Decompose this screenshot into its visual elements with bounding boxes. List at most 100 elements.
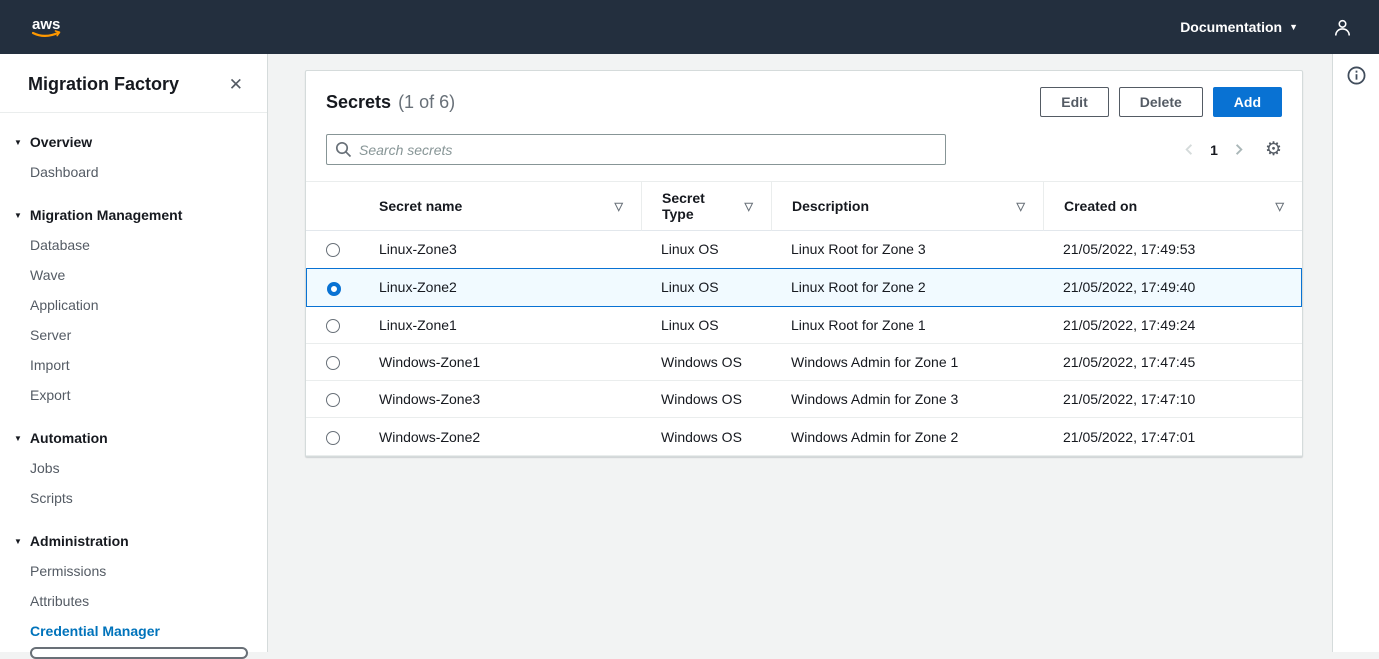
secrets-panel-header: Secrets (1 of 6) Edit Delete Add (306, 71, 1302, 121)
sidebar-item-application[interactable]: Application (0, 290, 267, 320)
sidebar-title: Migration Factory (28, 74, 179, 95)
documentation-menu[interactable]: Documentation ▼ (1180, 19, 1298, 35)
previous-page-icon[interactable] (1182, 142, 1197, 157)
sidebar-header: Migration Factory ✕ (0, 54, 267, 113)
secrets-table: Secret name ▽ Secret Type ▽ Description … (306, 181, 1302, 456)
tools-panel-strip (1332, 54, 1379, 652)
edit-button[interactable]: Edit (1040, 87, 1108, 117)
sidebar-item-wave[interactable]: Wave (0, 260, 267, 290)
cell-secret-type: Windows OS (641, 381, 771, 418)
cell-secret-name: Windows-Zone1 (359, 344, 641, 381)
cell-created-on: 21/05/2022, 17:49:53 (1043, 231, 1302, 268)
nav-section-header-migration-management[interactable]: ▼ Migration Management (0, 200, 267, 230)
cell-secret-type: Linux OS (641, 307, 771, 344)
table-header-row: Secret name ▽ Secret Type ▽ Description … (306, 181, 1302, 231)
column-label: Secret name (379, 198, 462, 214)
sidebar-navigation: Migration Factory ✕ ▼ Overview Dashboard… (0, 54, 268, 652)
filter-caret-icon[interactable]: ▽ (1017, 200, 1025, 213)
nav-section-label: Administration (30, 533, 129, 549)
add-button[interactable]: Add (1213, 87, 1282, 117)
sidebar-bottom-widget (30, 647, 248, 659)
cell-description: Linux Root for Zone 1 (771, 307, 1043, 344)
filter-caret-icon[interactable]: ▽ (745, 200, 753, 213)
cell-secret-name: Windows-Zone2 (359, 418, 641, 455)
caret-down-icon: ▼ (14, 434, 22, 443)
column-header-created-on[interactable]: Created on ▽ (1043, 181, 1302, 231)
table-row[interactable]: Linux-Zone1 Linux OS Linux Root for Zone… (306, 307, 1302, 344)
cell-secret-type: Windows OS (641, 418, 771, 455)
current-page[interactable]: 1 (1210, 142, 1218, 158)
nav-section-header-administration[interactable]: ▼ Administration (0, 526, 267, 556)
cell-secret-name: Linux-Zone3 (359, 231, 641, 268)
delete-button[interactable]: Delete (1119, 87, 1203, 117)
top-navigation-bar: aws Documentation ▼ (0, 0, 1379, 54)
nav-section-label: Overview (30, 134, 92, 150)
column-label: Created on (1064, 198, 1137, 214)
row-radio-button[interactable] (326, 356, 340, 370)
column-header-secret-name[interactable]: Secret name ▽ (359, 181, 641, 231)
select-column-header (306, 181, 359, 231)
sidebar-item-permissions[interactable]: Permissions (0, 556, 267, 586)
user-menu-button[interactable] (1332, 17, 1353, 38)
cell-secret-name: Linux-Zone1 (359, 307, 641, 344)
settings-gear-icon[interactable]: ⚙ (1265, 140, 1282, 159)
user-icon (1332, 17, 1353, 38)
nav-section-header-automation[interactable]: ▼ Automation (0, 423, 267, 453)
cell-secret-type: Linux OS (641, 268, 771, 306)
sidebar-item-import[interactable]: Import (0, 350, 267, 380)
documentation-menu-label: Documentation (1180, 19, 1282, 35)
nav-section-overview: ▼ Overview Dashboard (0, 127, 267, 187)
caret-down-icon: ▼ (14, 138, 22, 147)
cell-description: Windows Admin for Zone 3 (771, 381, 1043, 418)
sidebar-item-credential-manager[interactable]: Credential Manager (0, 616, 267, 646)
column-header-secret-type[interactable]: Secret Type ▽ (641, 181, 771, 231)
secrets-panel: Secrets (1 of 6) Edit Delete Add (305, 70, 1303, 457)
cell-secret-name: Linux-Zone2 (359, 268, 641, 306)
search-input[interactable] (326, 134, 946, 165)
nav-section-label: Migration Management (30, 207, 182, 223)
sidebar-item-attributes[interactable]: Attributes (0, 586, 267, 616)
sidebar-item-jobs[interactable]: Jobs (0, 453, 267, 483)
table-row[interactable]: Windows-Zone1 Windows OS Windows Admin f… (306, 344, 1302, 381)
sidebar-item-dashboard[interactable]: Dashboard (0, 157, 267, 187)
nav-section-header-overview[interactable]: ▼ Overview (0, 127, 267, 157)
next-page-icon[interactable] (1231, 142, 1246, 157)
cell-description: Linux Root for Zone 2 (771, 268, 1043, 306)
filter-caret-icon[interactable]: ▽ (1276, 200, 1284, 213)
pagination: 1 ⚙ (1182, 140, 1282, 159)
table-filter-row: 1 ⚙ (306, 121, 1302, 181)
row-radio-button-checked[interactable] (327, 282, 341, 296)
search-box (326, 134, 946, 165)
row-radio-button[interactable] (326, 431, 340, 445)
caret-down-icon: ▼ (14, 211, 22, 220)
column-label: Secret Type (662, 190, 739, 222)
cell-secret-type: Linux OS (641, 231, 771, 268)
row-radio-button[interactable] (326, 319, 340, 333)
sidebar-item-scripts[interactable]: Scripts (0, 483, 267, 513)
close-icon[interactable]: ✕ (229, 76, 243, 93)
column-header-description[interactable]: Description ▽ (771, 181, 1043, 231)
table-row[interactable]: Windows-Zone3 Windows OS Windows Admin f… (306, 381, 1302, 418)
cell-description: Linux Root for Zone 3 (771, 231, 1043, 268)
row-radio-button[interactable] (326, 393, 340, 407)
info-icon[interactable] (1347, 66, 1366, 86)
cell-secret-name: Windows-Zone3 (359, 381, 641, 418)
nav-section-administration: ▼ Administration Permissions Attributes … (0, 526, 267, 646)
row-radio-button[interactable] (326, 243, 340, 257)
table-row[interactable]: Linux-Zone3 Linux OS Linux Root for Zone… (306, 231, 1302, 268)
filter-caret-icon[interactable]: ▽ (615, 200, 623, 213)
table-row-selected[interactable]: Linux-Zone2 Linux OS Linux Root for Zone… (306, 268, 1302, 306)
cell-created-on: 21/05/2022, 17:47:45 (1043, 344, 1302, 381)
aws-logo[interactable]: aws (28, 13, 74, 41)
cell-created-on: 21/05/2022, 17:49:24 (1043, 307, 1302, 344)
secrets-count: (1 of 6) (398, 92, 455, 113)
table-row[interactable]: Windows-Zone2 Windows OS Windows Admin f… (306, 418, 1302, 455)
sidebar-item-database[interactable]: Database (0, 230, 267, 260)
sidebar-item-server[interactable]: Server (0, 320, 267, 350)
cell-created-on: 21/05/2022, 17:49:40 (1043, 268, 1302, 306)
cell-created-on: 21/05/2022, 17:47:01 (1043, 418, 1302, 455)
sidebar-item-export[interactable]: Export (0, 380, 267, 410)
cell-secret-type: Windows OS (641, 344, 771, 381)
nav-section-automation: ▼ Automation Jobs Scripts (0, 423, 267, 513)
caret-down-icon: ▼ (1289, 22, 1298, 32)
